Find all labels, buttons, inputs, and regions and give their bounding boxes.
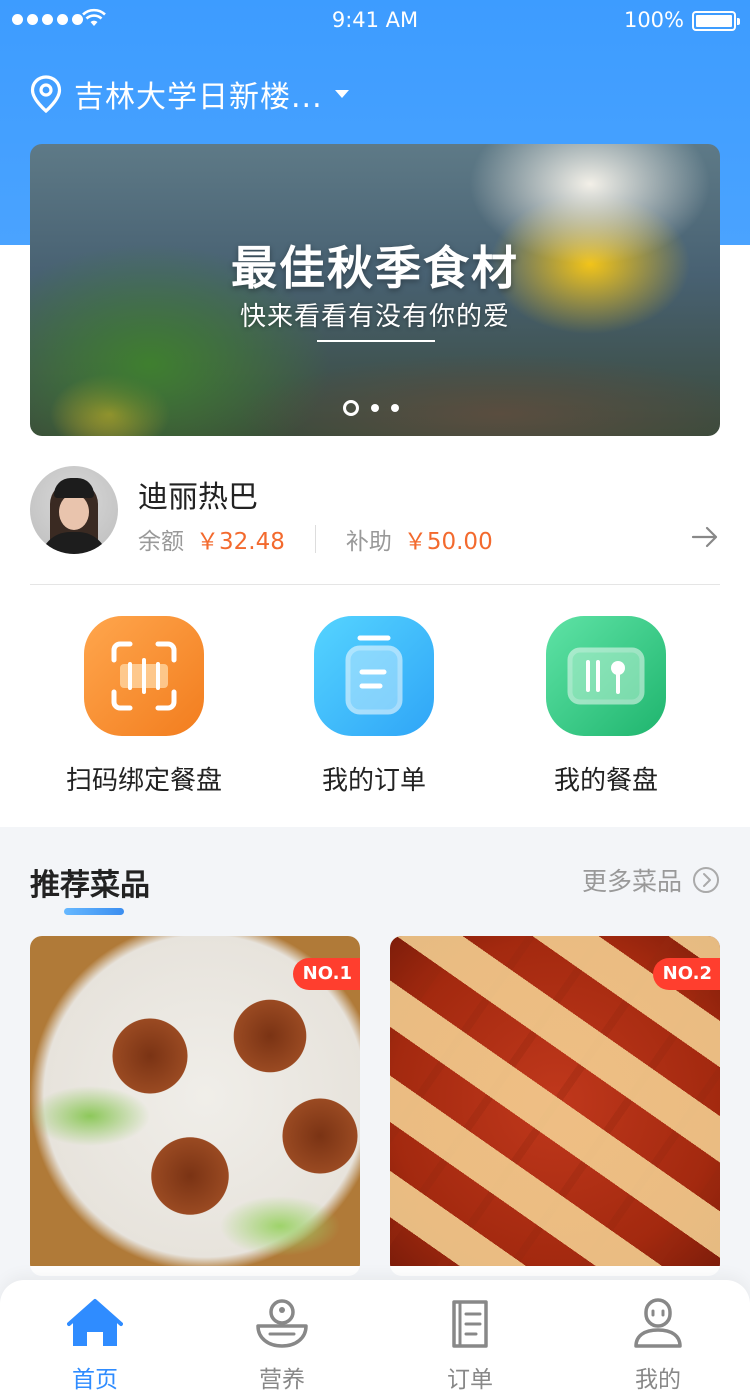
battery-percent: 100% xyxy=(623,8,684,32)
balance-label: 余额 xyxy=(138,529,184,555)
battery-icon xyxy=(692,11,740,31)
arrow-right-icon[interactable] xyxy=(690,524,720,550)
tab-mine-label: 我的 xyxy=(635,1367,681,1393)
order-icon xyxy=(314,616,434,736)
subsidy-label: 补助 xyxy=(345,529,392,555)
banner-pagination xyxy=(343,400,399,416)
banner-dot-3[interactable] xyxy=(391,404,399,412)
balance-separator xyxy=(314,525,316,553)
scan-bind-tray-button[interactable]: 扫码绑定餐盘 xyxy=(54,616,234,797)
user-name: 迪丽热巴 xyxy=(138,480,258,515)
location-pin-icon xyxy=(30,75,62,113)
more-dishes-label: 更多菜品 xyxy=(581,867,682,896)
dish-card-1[interactable]: NO.1 xyxy=(30,936,360,1276)
dish-card-2[interactable]: NO.2 xyxy=(390,936,720,1276)
document-icon xyxy=(452,1300,488,1348)
chevron-down-icon xyxy=(334,90,349,98)
tab-nutrition-label: 营养 xyxy=(259,1367,305,1393)
banner-title: 最佳秋季食材 xyxy=(231,241,519,295)
more-dishes-link[interactable]: 更多菜品 xyxy=(582,862,720,898)
tab-mine[interactable]: 我的 xyxy=(598,1298,718,1394)
bowl-icon xyxy=(256,1299,308,1348)
recommend-title: 推荐菜品 xyxy=(30,868,150,903)
tray-icon xyxy=(546,616,666,736)
person-icon xyxy=(634,1298,682,1348)
location-selector[interactable]: 吉林大学日新楼... xyxy=(30,73,349,115)
tab-orders-label: 订单 xyxy=(447,1367,493,1393)
my-tray-button[interactable]: 我的餐盘 xyxy=(516,616,696,797)
balance-value: ￥32.48 xyxy=(196,529,285,555)
my-orders-label: 我的订单 xyxy=(321,766,426,796)
recommend-underline xyxy=(64,908,124,915)
bottom-tab-bar: 首页 营养 订单 我的 xyxy=(0,1280,750,1400)
my-tray-label: 我的餐盘 xyxy=(553,766,658,796)
my-orders-button[interactable]: 我的订单 xyxy=(284,616,464,797)
banner-subtitle: 快来看看有没有你的爱 xyxy=(239,302,510,332)
home-page: 9:41 AM 100% 吉林大学日新楼... 最佳秋季食材 快来看看有没有你的… xyxy=(0,0,750,1400)
tab-home-label: 首页 xyxy=(72,1367,118,1393)
tab-nutrition[interactable]: 营养 xyxy=(222,1298,342,1394)
status-bar: 9:41 AM 100% xyxy=(0,0,750,40)
banner-divider xyxy=(317,340,435,342)
location-text: 吉林大学日新楼... xyxy=(74,80,323,115)
scan-bind-tray-label: 扫码绑定餐盘 xyxy=(65,766,222,796)
promo-banner[interactable]: 最佳秋季食材 快来看看有没有你的爱 xyxy=(30,144,720,436)
tab-home[interactable]: 首页 xyxy=(35,1298,155,1394)
chevron-right-circle-icon xyxy=(693,867,719,893)
avatar[interactable] xyxy=(30,466,118,554)
home-icon xyxy=(67,1299,123,1346)
banner-dot-1[interactable] xyxy=(343,400,359,416)
rank-badge: NO.2 xyxy=(652,958,720,990)
tab-orders[interactable]: 订单 xyxy=(410,1298,530,1394)
scan-icon xyxy=(84,616,204,736)
banner-dot-2[interactable] xyxy=(371,404,379,412)
profile-divider xyxy=(30,584,720,585)
rank-badge: NO.1 xyxy=(292,958,360,990)
balance-row: 余额 ￥32.48 补助 ￥50.00 xyxy=(138,522,493,556)
subsidy-value: ￥50.00 xyxy=(403,529,493,555)
